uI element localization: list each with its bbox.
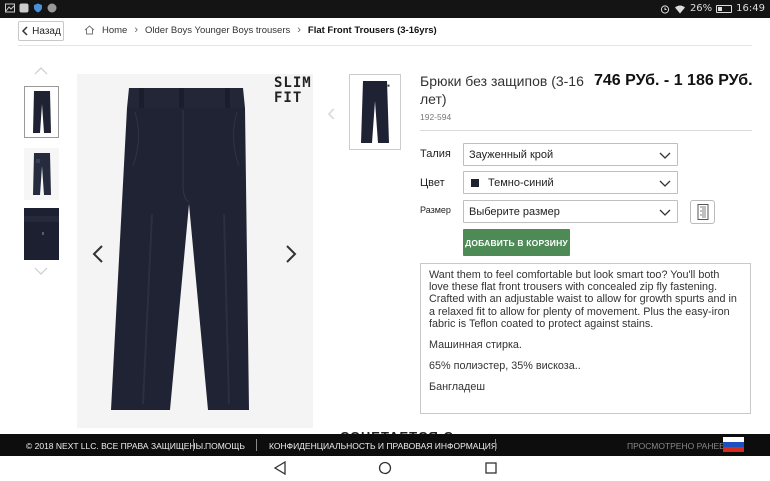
thumbnail-back[interactable] (24, 148, 59, 200)
clock: 16:49 (736, 3, 765, 14)
app-notification-icon (19, 3, 29, 13)
chevron-down-icon (659, 209, 671, 216)
wifi-icon (674, 5, 685, 13)
status-bar: 26% 16:49 (0, 0, 770, 18)
chevron-down-icon (659, 180, 671, 187)
size-select[interactable]: Выберите размер (463, 200, 678, 223)
add-to-cart-button[interactable]: ДОБАВИТЬ В КОРЗИНУ (463, 229, 570, 256)
size-guide-button[interactable] (690, 200, 715, 224)
composition: 65% полиэстер, 35% вискоза.. (429, 360, 581, 373)
back-button-label: Назад (32, 25, 61, 37)
product-preview-image[interactable]: ▪ (349, 74, 401, 150)
color-swatch (471, 178, 479, 187)
product-sku: 192-594 (420, 112, 452, 122)
recently-viewed-link[interactable]: ПРОСМОТРЕНО РАНЕЕ (627, 441, 725, 451)
description-text: Want them to feel comfortable but look s… (429, 269, 737, 330)
system-indicators: 26% 16:49 (660, 3, 765, 14)
android-nav-bar (0, 456, 770, 481)
back-icon[interactable] (272, 461, 288, 475)
chevron-down-icon (659, 152, 671, 159)
footer-privacy-link[interactable]: КОНФИДЕНЦИАЛЬНОСТЬ И ПРАВОВАЯ ИНФОРМАЦИЯ (269, 441, 497, 451)
notification-icons (5, 3, 57, 13)
alarm-icon (660, 4, 670, 14)
care-instructions: Машинная стирка. (429, 339, 522, 352)
back-button[interactable]: Назад (18, 21, 64, 41)
size-label: Размер (420, 205, 451, 215)
home-icon[interactable] (84, 25, 95, 35)
home-circle-icon[interactable] (377, 461, 393, 475)
chevron-right-icon (286, 245, 297, 263)
chevron-left-icon: ‹ (327, 97, 336, 127)
slim-fit-badge-line1: SLIM (274, 75, 312, 91)
product-description: Want them to feel comfortable but look s… (420, 263, 751, 414)
size-select-value: Выберите размер (469, 205, 560, 218)
battery-percent: 26% (689, 3, 713, 14)
waist-select-value: Зауженный крой (469, 148, 554, 161)
chevron-right-icon: › (134, 24, 139, 36)
chevron-right-icon: › (297, 24, 301, 36)
footer: © 2018 NEXT LLC. ВСЕ ПРАВА ЗАЩИЩЕНЫ. ПОМ… (0, 434, 770, 456)
thumbnail-front[interactable] (24, 86, 59, 138)
chevron-left-icon (92, 245, 103, 263)
divider (420, 130, 752, 131)
thumbs-down-arrow-icon[interactable] (34, 266, 48, 276)
slim-fit-badge: SLIM FIT (274, 75, 312, 110)
ruler-icon (697, 204, 708, 220)
divider (18, 45, 752, 46)
prev-image-button[interactable] (90, 240, 106, 268)
divider (193, 439, 194, 451)
circle-notification-icon (47, 3, 57, 13)
breadcrumb-category[interactable]: Older Boys Younger Boys trousers (145, 25, 290, 36)
product-price: 746 РУб. - 1 186 РУб. (594, 72, 753, 89)
thumbs-up-arrow-icon[interactable] (34, 66, 48, 76)
color-select-value: Темно-синий (488, 176, 554, 189)
waist-select[interactable]: Зауженный крой (463, 143, 678, 166)
russia-flag-icon[interactable] (723, 437, 744, 452)
color-select[interactable]: Темно-синий (463, 171, 678, 194)
copyright: © 2018 NEXT LLC. ВСЕ ПРАВА ЗАЩИЩЕНЫ. (26, 441, 206, 451)
thumbnail-detail[interactable] (24, 208, 59, 260)
slim-fit-badge-line2: FIT (274, 90, 303, 106)
image-notification-icon (5, 3, 15, 13)
shield-notification-icon (34, 3, 42, 13)
svg-text:▪: ▪ (387, 83, 390, 89)
next-image-button[interactable] (283, 240, 299, 268)
footer-help-link[interactable]: ПОМОЩЬ (205, 441, 245, 451)
color-label: Цвет (420, 177, 445, 189)
battery-icon (716, 4, 733, 13)
chevron-left-icon (22, 26, 28, 36)
main-product-image[interactable] (77, 74, 313, 428)
trousers-image (111, 88, 249, 410)
divider (256, 439, 257, 451)
product-title: Брюки без защипов (3-16 лет) (420, 73, 584, 107)
breadcrumb-current: Flat Front Trousers (3-16yrs) (307, 24, 437, 36)
divider (495, 439, 496, 451)
breadcrumb-home[interactable]: Home (102, 25, 127, 36)
recents-icon[interactable] (483, 461, 499, 475)
country-of-origin: Бангладеш (429, 381, 486, 394)
breadcrumb: Home › Older Boys Younger Boys trousers … (84, 24, 437, 36)
waist-label: Талия (420, 148, 451, 160)
